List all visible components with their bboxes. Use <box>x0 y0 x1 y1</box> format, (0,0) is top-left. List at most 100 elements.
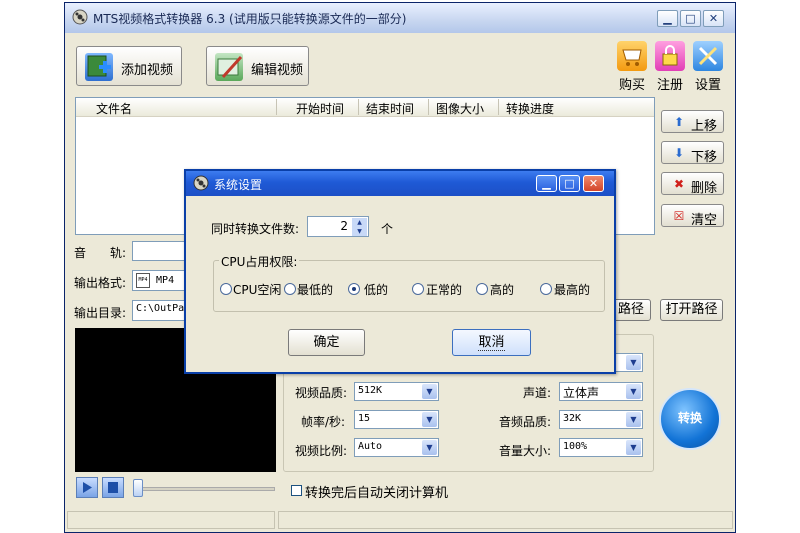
chevron-down-icon: ▼ <box>626 384 641 399</box>
column-divider <box>428 99 429 115</box>
browse-path-button[interactable]: 路径 <box>611 299 651 321</box>
add-video-button[interactable]: 添加视频 <box>76 46 182 86</box>
stop-button[interactable] <box>102 477 124 498</box>
output-dir-input[interactable]: C:\OutPa <box>132 300 188 321</box>
concurrent-files-label: 同时转换文件数: <box>211 222 300 236</box>
cpu-radio-idle[interactable] <box>220 283 232 295</box>
cpu-option-lowest[interactable]: 最低的 <box>297 281 333 298</box>
aspect-ratio-value: Auto <box>358 441 383 452</box>
arrow-up-icon: ⬆ <box>673 115 685 129</box>
cpu-radio-lowest[interactable] <box>284 283 296 295</box>
volume-label: 音量大小: <box>499 444 552 458</box>
spin-up-icon[interactable]: ▲ <box>352 218 367 227</box>
chevron-down-icon: ▼ <box>626 440 641 455</box>
status-bar <box>65 511 735 532</box>
chevron-down-icon: ▼ <box>422 384 437 399</box>
close-button[interactable]: ✕ <box>703 10 724 27</box>
cpu-option-highest[interactable]: 最高的 <box>554 281 590 298</box>
audio-quality-select[interactable]: 32K ▼ <box>559 410 643 429</box>
cpu-option-normal[interactable]: 正常的 <box>426 281 462 298</box>
cpu-radio-highest[interactable] <box>540 283 552 295</box>
settings-button[interactable]: 设置 <box>692 41 724 93</box>
spin-down-icon[interactable]: ▼ <box>352 227 367 236</box>
convert-button[interactable]: 转换 <box>659 388 721 450</box>
audio-track-label: 音 轨: <box>74 246 127 260</box>
delete-button[interactable]: ✖ 删除 <box>661 172 724 196</box>
concurrent-files-unit: 个 <box>381 222 394 236</box>
open-path-button[interactable]: 打开路径 <box>660 299 723 321</box>
cpu-option-low[interactable]: 低的 <box>364 281 388 298</box>
aspect-ratio-select[interactable]: Auto ▼ <box>354 438 439 457</box>
buy-label: 购买 <box>619 78 646 93</box>
column-divider <box>358 99 359 115</box>
video-quality-value: 512K <box>358 385 383 396</box>
clear-button[interactable]: ☒ 清空 <box>661 204 724 228</box>
close-icon: ✕ <box>708 12 719 25</box>
edit-video-icon <box>215 53 243 81</box>
register-button[interactable]: 注册 <box>654 41 686 93</box>
column-divider <box>498 99 499 115</box>
cancel-label: 取消 <box>478 335 505 351</box>
column-divider <box>276 99 277 115</box>
dialog-title-bar[interactable]: 系统设置 ▁ □ ✕ <box>186 171 614 196</box>
dialog-title: 系统设置 <box>214 178 263 192</box>
delete-label: 删除 <box>691 181 718 196</box>
title-bar[interactable]: MTS视频格式转换器 6.3 (试用版只能转换源文件的一部分) ▁ □ ✕ <box>65 3 735 33</box>
frame-rate-select[interactable]: 15 ▼ <box>354 410 439 429</box>
browse-path-label: 路径 <box>617 302 644 317</box>
move-up-label: 上移 <box>691 119 718 134</box>
volume-select[interactable]: 100% ▼ <box>559 438 643 457</box>
cpu-option-idle[interactable]: CPU空闲 <box>233 281 281 298</box>
shutdown-checkbox-label[interactable]: 转换完后自动关闭计算机 <box>305 482 448 501</box>
audio-track-select[interactable] <box>132 241 188 261</box>
output-dir-value: C:\OutPa <box>136 303 185 314</box>
maximize-button[interactable]: □ <box>680 10 701 27</box>
cpu-radio-high[interactable] <box>476 283 488 295</box>
output-format-select[interactable]: MP4 MP4 <box>132 270 188 291</box>
format-file-icon: MP4 <box>136 273 150 288</box>
column-header-progress[interactable]: 转换进度 <box>506 100 554 117</box>
open-path-label: 打开路径 <box>665 302 718 317</box>
video-quality-select[interactable]: 512K ▼ <box>354 382 439 401</box>
output-dir-label: 输出目录: <box>74 306 127 320</box>
clear-label: 清空 <box>691 213 718 228</box>
cpu-radio-low[interactable] <box>348 283 360 295</box>
seek-slider-handle[interactable] <box>133 479 143 497</box>
dialog-logo-icon <box>193 175 209 191</box>
cancel-button[interactable]: 取消 <box>452 329 531 356</box>
dialog-close-button[interactable]: ✕ <box>583 175 604 192</box>
play-button[interactable] <box>76 477 98 498</box>
frame-rate-label: 帧率/秒: <box>301 415 346 429</box>
dialog-minimize-button[interactable]: ▁ <box>536 175 557 192</box>
column-header-filename[interactable]: 文件名 <box>96 100 132 117</box>
ok-button[interactable]: 确定 <box>288 329 365 356</box>
buy-button[interactable]: 购买 <box>616 41 648 93</box>
add-video-icon <box>85 53 113 81</box>
concurrent-files-spinner[interactable]: 2 ▲ ▼ <box>307 216 369 237</box>
seek-track[interactable] <box>133 487 275 491</box>
cart-icon <box>617 41 647 71</box>
shutdown-checkbox[interactable] <box>291 485 302 496</box>
edit-video-label: 编辑视频 <box>251 63 304 78</box>
channels-label: 声道: <box>523 386 552 400</box>
column-header-image-size[interactable]: 图像大小 <box>436 100 484 117</box>
move-down-button[interactable]: ⬇ 下移 <box>661 141 724 165</box>
edit-video-button[interactable]: 编辑视频 <box>206 46 309 86</box>
dialog-maximize-button[interactable]: □ <box>559 175 580 192</box>
chevron-down-icon: ▼ <box>422 440 437 455</box>
output-format-value: MP4 <box>156 275 175 286</box>
minimize-button[interactable]: ▁ <box>657 10 678 27</box>
cpu-radio-normal[interactable] <box>412 283 424 295</box>
move-up-button[interactable]: ⬆ 上移 <box>661 110 724 134</box>
lock-icon <box>655 41 685 71</box>
channels-select[interactable]: 立体声 ▼ <box>559 382 643 401</box>
close-icon: ✕ <box>588 177 599 190</box>
video-quality-label: 视频品质: <box>295 386 348 400</box>
column-header-start-time[interactable]: 开始时间 <box>296 100 344 117</box>
audio-quality-label: 音频品质: <box>499 415 552 429</box>
channels-value: 立体声 <box>563 386 600 400</box>
cpu-option-high[interactable]: 高的 <box>490 281 514 298</box>
window-title: MTS视频格式转换器 6.3 (试用版只能转换源文件的一部分) <box>93 12 407 26</box>
chevron-down-icon: ▼ <box>626 355 641 370</box>
column-header-end-time[interactable]: 结束时间 <box>366 100 414 117</box>
